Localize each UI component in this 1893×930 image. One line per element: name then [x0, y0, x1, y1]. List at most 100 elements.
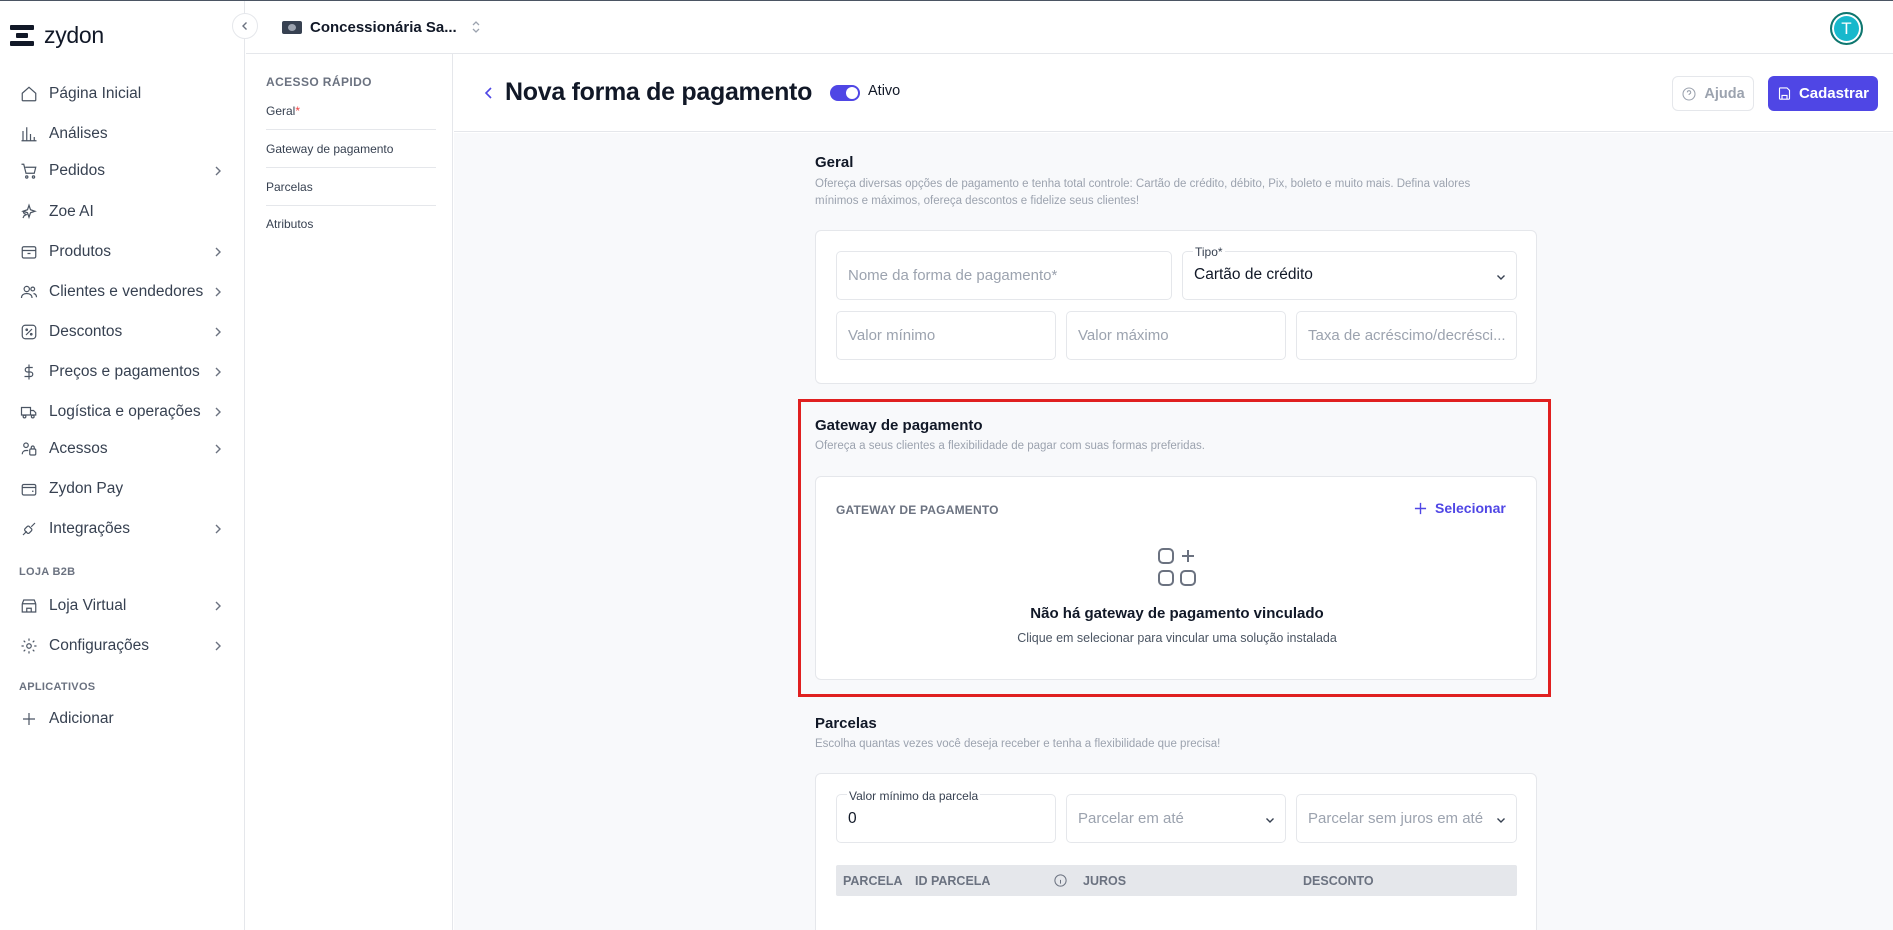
column-header: PARCELA: [843, 874, 903, 888]
quick-access-panel: ACESSO RÁPIDO Geral* Gateway de pagament…: [246, 54, 453, 930]
help-button-label: Ajuda: [1704, 85, 1745, 102]
collapse-sidebar-button[interactable]: [232, 13, 258, 39]
sidebar-item-label: Análises: [49, 125, 108, 142]
select-gateway-button[interactable]: Selecionar: [1414, 500, 1506, 516]
chevrons-up-down-icon: [471, 20, 481, 34]
info-icon[interactable]: [1053, 873, 1068, 888]
quick-link-geral[interactable]: Geral*: [266, 104, 436, 118]
installments-select[interactable]: Parcelar em até: [1066, 794, 1286, 843]
section-title-gateway: Gateway de pagamento: [815, 417, 983, 434]
chevron-right-icon: [213, 407, 223, 417]
store-logo-icon: [282, 20, 302, 34]
sidebar-item-precos-pagamentos[interactable]: Preços e pagamentos: [0, 357, 245, 387]
sidebar-item-configuracoes[interactable]: Configurações: [0, 631, 245, 661]
sidebar-item-integracoes[interactable]: Integrações: [0, 514, 245, 544]
discount-icon: [19, 322, 39, 342]
interest-free-select[interactable]: Parcelar sem juros em até: [1296, 794, 1517, 843]
installments-placeholder: Parcelar em até: [1078, 810, 1184, 827]
section-aplicativos: APLICATIVOS: [19, 681, 96, 693]
sidebar-item-label: Configurações: [49, 637, 149, 654]
fee-placeholder: Taxa de acréscimo/decrésci...: [1308, 327, 1506, 344]
quick-link-parcelas[interactable]: Parcelas: [266, 180, 436, 194]
save-icon: [1777, 86, 1792, 101]
back-chevron-icon[interactable]: [484, 86, 494, 100]
chevron-right-icon: [213, 287, 223, 297]
select-gateway-label: Selecionar: [1435, 500, 1506, 516]
submit-button-label: Cadastrar: [1798, 85, 1870, 102]
help-button[interactable]: Ajuda: [1672, 76, 1754, 111]
cart-icon: [19, 161, 39, 181]
zydon-logo-icon: [10, 23, 34, 47]
interest-free-placeholder: Parcelar sem juros em até: [1308, 810, 1484, 827]
dollar-icon: [19, 362, 39, 382]
section-description-parcelas: Escolha quantas vezes você deseja recebe…: [815, 738, 1221, 750]
sidebar-item-adicionar[interactable]: Adicionar: [0, 704, 245, 734]
gear-icon: [19, 636, 39, 656]
section-loja-b2b: LOJA B2B: [19, 566, 76, 578]
type-select[interactable]: Tipo* Cartão de crédito: [1182, 245, 1517, 300]
store-name: Concessionária Sa...: [310, 18, 457, 36]
sidebar-item-label: Zydon Pay: [49, 480, 124, 497]
quick-access-title: ACESSO RÁPIDO: [266, 75, 372, 89]
box-icon: [19, 242, 39, 262]
sidebar-item-produtos[interactable]: Produtos: [0, 237, 245, 267]
section-title-parcelas: Parcelas: [815, 715, 877, 732]
min-installment-field[interactable]: Valor mínimo da parcela 0: [836, 789, 1056, 843]
sidebar-item-label: Preços e pagamentos: [49, 363, 200, 380]
min-value-field[interactable]: Valor mínimo: [836, 311, 1056, 360]
access-icon: [19, 439, 39, 459]
sidebar-item-label: Página Inicial: [49, 85, 142, 102]
quick-link-gateway[interactable]: Gateway de pagamento: [266, 142, 436, 156]
active-toggle-label: Ativo: [868, 83, 901, 99]
apps-add-icon: [1157, 547, 1197, 587]
sidebar-item-label: Produtos: [49, 243, 112, 260]
sidebar-item-analises[interactable]: Análises: [0, 119, 245, 149]
max-value-field[interactable]: Valor máximo: [1066, 311, 1286, 360]
submit-button[interactable]: Cadastrar: [1768, 76, 1878, 111]
storefront-icon: [19, 596, 39, 616]
user-avatar[interactable]: T: [1830, 12, 1863, 45]
plug-icon: [19, 519, 39, 539]
sidebar-item-pedidos[interactable]: Pedidos: [0, 156, 245, 186]
sidebar-item-clientes-vendedores[interactable]: Clientes e vendedores: [0, 277, 245, 307]
sidebar-item-descontos[interactable]: Descontos: [0, 317, 245, 347]
sidebar-item-pagina-inicial[interactable]: Página Inicial: [0, 79, 245, 109]
sidebar-item-zoe-ai[interactable]: Zoe AI: [0, 197, 245, 227]
quick-link-atributos[interactable]: Atributos: [266, 217, 436, 231]
description-line: mínimos e máximos, ofereça descontos e f…: [815, 195, 1140, 207]
chevron-right-icon: [213, 166, 223, 176]
chevron-left-icon: [240, 21, 250, 31]
form-content: Geral Ofereça diversas opções de pagamen…: [454, 133, 1893, 930]
min-installment-value: 0: [848, 810, 857, 827]
sidebar-item-loja-virtual[interactable]: Loja Virtual: [0, 591, 245, 621]
wallet-icon: [19, 479, 39, 499]
active-toggle[interactable]: [830, 85, 860, 101]
truck-icon: [19, 402, 39, 422]
brand-name: zydon: [44, 21, 104, 48]
store-switcher[interactable]: Concessionária Sa...: [282, 15, 481, 39]
question-circle-icon: [1681, 86, 1697, 102]
min-value-placeholder: Valor mínimo: [848, 327, 936, 344]
gateway-card: GATEWAY DE PAGAMENTO Selecionar Não há g…: [815, 476, 1537, 680]
chevron-down-icon: [1496, 815, 1506, 825]
sidebar-item-zydon-pay[interactable]: Zydon Pay: [0, 474, 245, 504]
installments-table-header: PARCELA ID PARCELA JUROS DESCONTO: [836, 865, 1517, 896]
required-mark: *: [295, 104, 301, 118]
divider: [266, 205, 436, 206]
geral-card: Nome da forma de pagamento* Tipo* Cartão…: [815, 230, 1537, 384]
type-label: Tipo*: [1193, 245, 1225, 259]
empty-state-description: Clique em selecionar para vincular uma s…: [1017, 631, 1337, 645]
parcelas-card: Valor mínimo da parcela 0 Parcelar em at…: [815, 773, 1537, 930]
sidebar-item-logistica[interactable]: Logística e operações: [0, 397, 245, 427]
max-value-placeholder: Valor máximo: [1078, 327, 1169, 344]
empty-state-title: Não há gateway de pagamento vinculado: [1030, 605, 1324, 622]
chevron-right-icon: [213, 247, 223, 257]
fee-field[interactable]: Taxa de acréscimo/decrésci...: [1296, 311, 1517, 360]
sidebar-item-acessos[interactable]: Acessos: [0, 434, 245, 464]
section-description-geral: Ofereça diversas opções de pagamento e t…: [815, 176, 1535, 210]
brand-logo[interactable]: zydon: [10, 21, 104, 49]
payment-name-field[interactable]: Nome da forma de pagamento*: [836, 251, 1172, 300]
page-header: Nova forma de pagamento Ativo Ajuda Cada…: [454, 54, 1893, 132]
plus-icon: [1414, 502, 1427, 515]
home-icon: [19, 84, 39, 104]
